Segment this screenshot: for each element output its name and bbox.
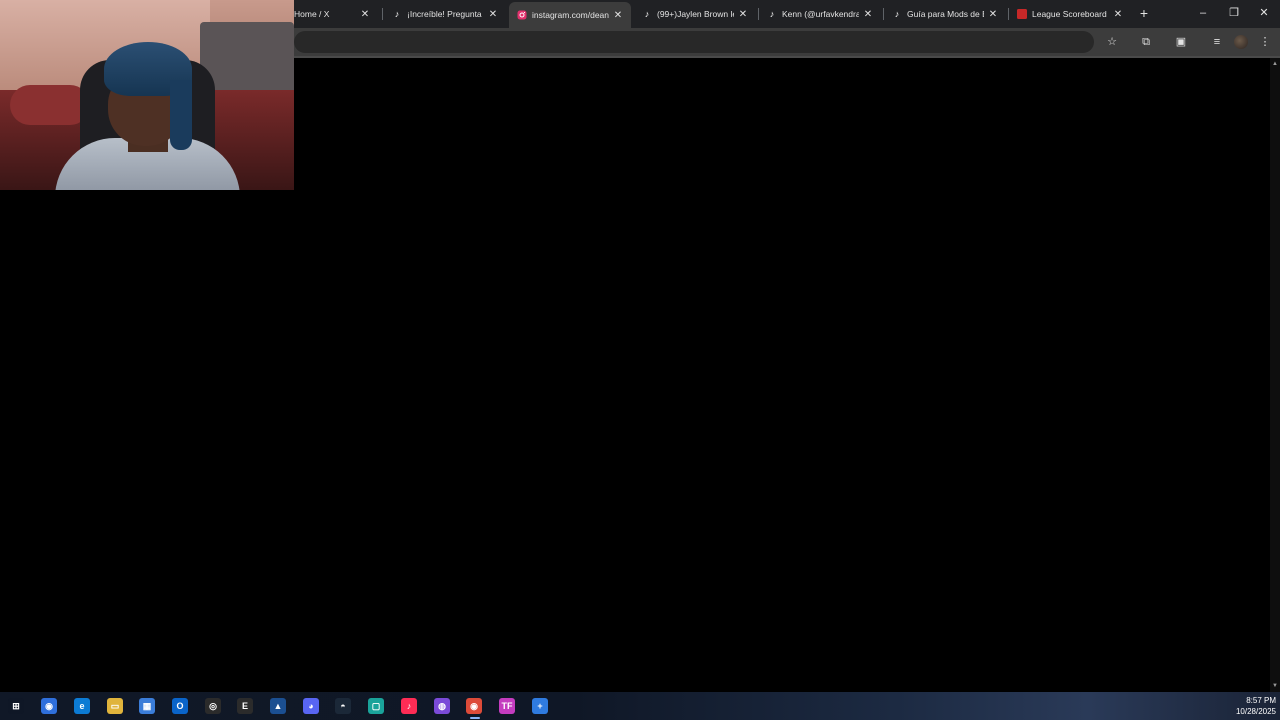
- tab-title: Guía para Mods de B: [907, 9, 984, 19]
- copilot-icon[interactable]: ◉: [41, 698, 57, 714]
- tab-title: (99+)Jaylen Brown le: [657, 9, 734, 19]
- clock-date: 10/28/2025: [1235, 707, 1276, 716]
- tab-close-icon[interactable]: ✕: [613, 10, 623, 21]
- tab-close-icon[interactable]: ✕: [360, 9, 370, 20]
- tab-tiktok-jaylen[interactable]: ♪ (99+)Jaylen Brown le ✕: [634, 3, 756, 25]
- capcut-icon[interactable]: ▢: [368, 698, 384, 714]
- tab-title: instagram.com/dean: [532, 10, 609, 20]
- screen: Home / X ✕ ♪ ¡Increíble! Pregunta ✕ inst…: [0, 0, 1280, 720]
- tab-close-icon[interactable]: ✕: [488, 9, 498, 20]
- new-tab-button[interactable]: +: [1136, 5, 1152, 21]
- tab-separator: [382, 8, 383, 20]
- tab-title: Kenn (@urfavkendra: [782, 9, 859, 19]
- discord-icon[interactable]: ◕: [303, 698, 319, 714]
- tab-instagram[interactable]: instagram.com/dean ✕: [509, 2, 631, 28]
- tab-close-icon[interactable]: ✕: [738, 9, 748, 20]
- windows-start-icon[interactable]: ⊞: [8, 698, 24, 714]
- webcam-pillow: [10, 85, 90, 125]
- tiktok-icon: ♪: [769, 9, 775, 19]
- tab-tiktok-increible[interactable]: ♪ ¡Increíble! Pregunta ✕: [384, 3, 506, 25]
- tiktok-icon: ♪: [394, 9, 400, 19]
- tab-title: Home / X: [294, 9, 330, 19]
- tab-close-icon[interactable]: ✕: [1113, 9, 1123, 20]
- tiktok-icon: ♪: [644, 9, 650, 19]
- ms-store-icon[interactable]: ▦: [139, 698, 155, 714]
- tab-close-icon[interactable]: ✕: [988, 9, 998, 20]
- windows-taskbar: [0, 692, 1280, 720]
- obs-icon[interactable]: ◎: [205, 698, 221, 714]
- tf-icon[interactable]: TF: [499, 698, 515, 714]
- scoreboard-icon: [1017, 9, 1027, 19]
- tab-close-icon[interactable]: ✕: [863, 9, 873, 20]
- minimize-button[interactable]: –: [1193, 4, 1213, 22]
- add-app-icon[interactable]: +: [532, 698, 548, 714]
- tab-title: League Scoreboard -: [1032, 9, 1109, 19]
- system-clock[interactable]: 8:57 PM 10/28/2025: [1228, 695, 1276, 717]
- tab-title: ¡Increíble! Pregunta: [407, 9, 482, 19]
- close-window-button[interactable]: ✕: [1254, 4, 1274, 22]
- address-bar[interactable]: [294, 31, 1094, 53]
- tab-tiktok-guia[interactable]: ♪ Guía para Mods de B ✕: [884, 3, 1006, 25]
- podcast-icon[interactable]: ◍: [434, 698, 450, 714]
- webcam-overlay: [0, 0, 294, 190]
- outlook-icon[interactable]: O: [172, 698, 188, 714]
- steam-icon[interactable]: ◓: [335, 698, 351, 714]
- profile-avatar[interactable]: [1234, 35, 1248, 49]
- file-explorer-icon[interactable]: ▭: [107, 698, 123, 714]
- instagram-icon: [517, 10, 527, 20]
- page-scrollbar[interactable]: [1270, 58, 1280, 692]
- clock-time: 8:57 PM: [1246, 696, 1276, 705]
- chrome-running-indicator: [470, 717, 480, 719]
- scroll-up-arrow-icon[interactable]: ▲: [1271, 60, 1279, 68]
- tab-tiktok-kenn[interactable]: ♪ Kenn (@urfavkendra ✕: [759, 3, 881, 25]
- webcam-durag-tail: [170, 80, 192, 150]
- side-panel-icon[interactable]: ▣: [1173, 34, 1189, 50]
- bookmark-star-icon[interactable]: ☆: [1104, 34, 1120, 50]
- chrome-menu-icon[interactable]: ⋮: [1257, 34, 1273, 50]
- restore-button[interactable]: ❐: [1224, 4, 1244, 22]
- epic-games-icon[interactable]: E: [237, 698, 253, 714]
- edge-icon[interactable]: e: [74, 698, 90, 714]
- tab-x-home[interactable]: Home / X ✕: [286, 3, 378, 25]
- arc-icon[interactable]: ▲: [270, 698, 286, 714]
- tiktok-icon: ♪: [894, 9, 900, 19]
- scroll-down-arrow-icon[interactable]: ▼: [1271, 682, 1279, 690]
- extensions-icon[interactable]: ⧉: [1138, 34, 1154, 50]
- chrome-icon[interactable]: ◉: [460, 692, 488, 720]
- tiktok-icon[interactable]: ♪: [401, 698, 417, 714]
- tab-league-scoreboard[interactable]: League Scoreboard - ✕: [1009, 3, 1131, 25]
- media-control-icon[interactable]: ≡: [1209, 34, 1225, 50]
